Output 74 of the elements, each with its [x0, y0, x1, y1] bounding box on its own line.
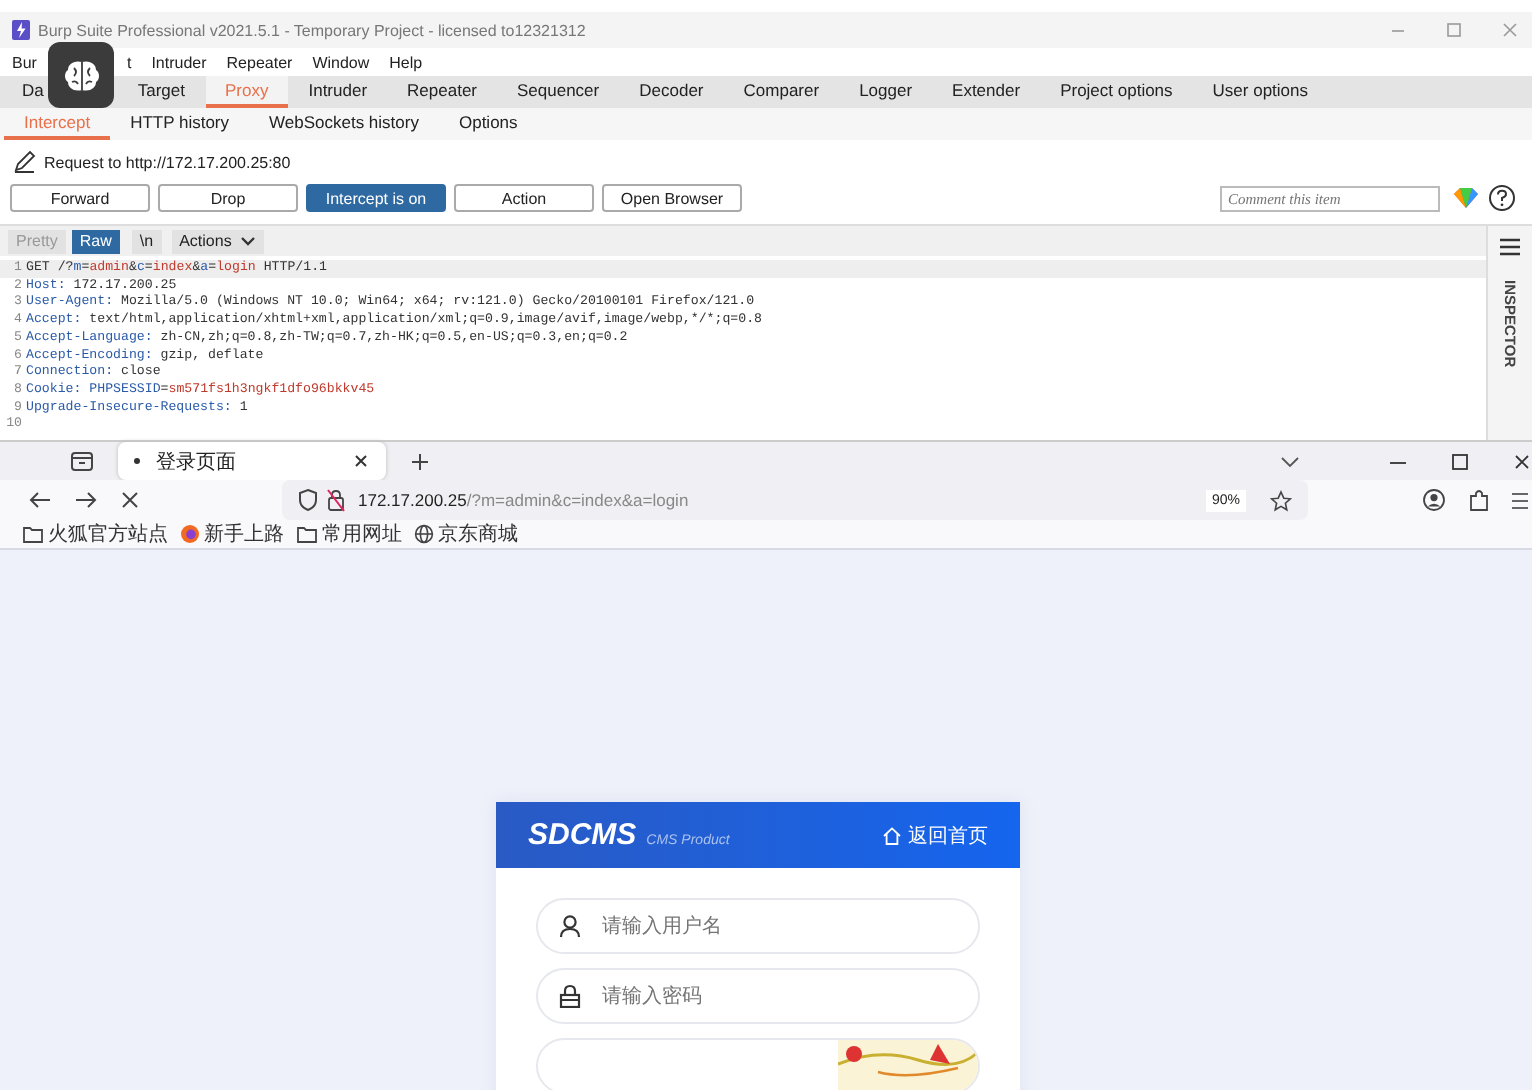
intercept-toggle[interactable]: Intercept is on	[306, 184, 446, 212]
fox-logo-icon	[180, 524, 200, 544]
help-icon[interactable]	[1488, 184, 1516, 212]
forward-icon[interactable]	[74, 490, 98, 510]
extensions-icon[interactable]	[1468, 488, 1490, 512]
brain-icon	[61, 57, 101, 93]
tab[interactable]: Project options	[1040, 76, 1193, 108]
bookmark-link[interactable]: 新手上路	[180, 520, 284, 548]
maximize-icon[interactable]	[1450, 451, 1470, 471]
color-highlight-icon[interactable]	[1452, 186, 1480, 210]
captcha-field[interactable]	[536, 1038, 980, 1090]
close-icon[interactable]	[1512, 451, 1532, 471]
logo: SDCMS	[528, 818, 637, 852]
tab[interactable]: Decoder	[619, 76, 724, 108]
menu-icon[interactable]	[1500, 238, 1520, 256]
chevron-down-icon	[239, 235, 256, 247]
action-button[interactable]: Forward	[10, 184, 150, 212]
text-input[interactable]: 请输入用户名	[598, 913, 926, 939]
new-tab-icon[interactable]	[410, 451, 430, 471]
menu-item[interactable]: Bur	[12, 53, 37, 71]
stop-icon[interactable]	[120, 490, 140, 510]
action-button[interactable]: Open Browser	[602, 184, 742, 212]
input-field[interactable]: 请输入密码	[536, 968, 980, 1024]
globe-icon	[414, 524, 434, 544]
tab[interactable]: Options	[438, 108, 538, 140]
bookmark-link[interactable]: 京东商城	[414, 520, 518, 548]
tab[interactable]: Target	[117, 76, 205, 108]
menu-item[interactable]: Help	[389, 53, 423, 71]
window-title: Burp Suite Professional v2021.5.1 - Temporary Project - licensed to12321312	[38, 21, 586, 39]
action-button[interactable]: Drop	[158, 184, 298, 212]
menu-item[interactable]: Repeater	[226, 53, 293, 71]
bookmark-star-icon[interactable]	[1270, 489, 1292, 511]
bookmark-link[interactable]: 火狐官方站点	[22, 520, 168, 548]
action-button[interactable]: Action	[454, 184, 594, 212]
tab[interactable]: Repeater	[387, 76, 497, 108]
burp-logo-icon	[12, 20, 30, 40]
tab[interactable]: User options	[1192, 76, 1329, 108]
folder-icon	[296, 524, 318, 544]
loading-dot-icon	[134, 458, 140, 464]
insecure-lock-icon	[326, 488, 346, 512]
home-link[interactable]: 返回首页	[882, 821, 988, 849]
menu-icon[interactable]	[1512, 491, 1528, 509]
request-target-label: Request to http://172.17.200.25:80	[44, 153, 291, 171]
url-text: 172.17.200.25/?m=admin&c=index&a=login	[358, 490, 689, 510]
tab[interactable]: Sequencer	[497, 76, 620, 108]
user-icon	[558, 914, 582, 938]
folder-icon	[22, 524, 44, 544]
editor-tab[interactable]: \n	[131, 229, 162, 253]
input-field[interactable]: 请输入用户名	[536, 898, 980, 954]
bookmark-link[interactable]: 常用网址	[296, 520, 402, 548]
editor-tab[interactable]: Actions	[171, 229, 264, 253]
editor-tab[interactable]: Raw	[71, 229, 120, 253]
menu-item[interactable]: Window	[312, 53, 370, 71]
menu-item[interactable]: Intruder	[151, 53, 207, 71]
home-icon	[882, 825, 902, 845]
tab[interactable]: Comparer	[723, 76, 840, 108]
tab[interactable]: HTTP history	[110, 108, 250, 140]
shield-icon	[298, 488, 318, 512]
chevron-down-icon[interactable]	[1280, 453, 1300, 469]
menu-item[interactable]: t	[126, 53, 132, 71]
account-icon[interactable]	[1422, 488, 1446, 512]
tab-list-icon[interactable]	[70, 450, 94, 472]
lock-icon	[558, 984, 582, 1008]
tab[interactable]: Extender	[932, 76, 1041, 108]
overlay-button[interactable]	[48, 42, 114, 108]
browser-tab[interactable]: 登录页面	[118, 442, 386, 480]
text-input[interactable]: 请输入密码	[598, 983, 926, 1009]
tab[interactable]: WebSockets history	[249, 108, 439, 140]
pencil-icon	[12, 150, 36, 174]
back-icon[interactable]	[28, 490, 52, 510]
close-icon[interactable]	[352, 452, 370, 470]
tab[interactable]: Da	[8, 76, 48, 108]
tab[interactable]: Intruder	[288, 76, 388, 108]
tab[interactable]: Logger	[839, 76, 933, 108]
